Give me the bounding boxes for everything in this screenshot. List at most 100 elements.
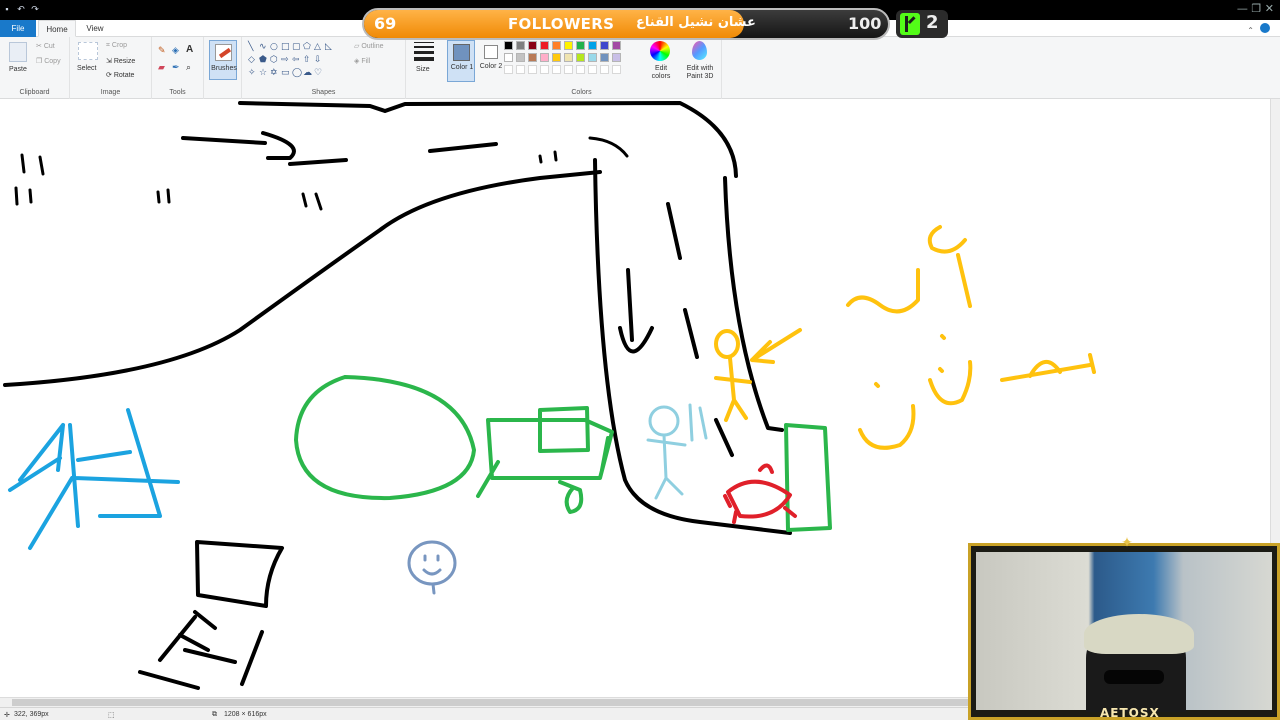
rounded-rect-shape-icon[interactable]: ▢ — [292, 42, 301, 52]
pencil-icon[interactable]: ✎ — [158, 45, 166, 56]
tab-home[interactable]: Home — [38, 20, 76, 37]
redo-icon[interactable]: ↷ — [30, 4, 40, 14]
curve-shape-icon[interactable]: ∿ — [259, 42, 267, 52]
color-swatch[interactable] — [576, 41, 585, 50]
color-swatch[interactable] — [552, 53, 561, 62]
color-swatch[interactable] — [504, 41, 513, 50]
star5-shape-icon[interactable]: ☆ — [259, 68, 267, 78]
cut-button[interactable]: ✂ Cut — [36, 42, 55, 50]
color-swatch[interactable] — [504, 53, 513, 62]
color-swatch[interactable] — [588, 53, 597, 62]
triangle-shape-icon[interactable]: △ — [314, 42, 321, 52]
rain-marks — [14, 150, 558, 211]
up-arrow-shape-icon[interactable]: ⇧ — [303, 55, 311, 65]
callout-rect-shape-icon[interactable]: ▭ — [281, 68, 290, 78]
select-icon[interactable] — [78, 42, 98, 60]
crop-button[interactable]: ⌗ Crop — [106, 42, 127, 50]
fill-icon[interactable]: ◈ — [172, 45, 179, 56]
custom-color-swatch[interactable] — [516, 65, 525, 74]
select-button[interactable]: Select — [77, 65, 96, 72]
road-curve-upper — [3, 170, 602, 387]
custom-color-swatch[interactable] — [504, 65, 513, 74]
undo-icon[interactable]: ↶ — [16, 4, 26, 14]
size-icon[interactable] — [414, 42, 434, 61]
brushes-button[interactable]: Brushes — [209, 40, 237, 80]
custom-color-swatch[interactable] — [600, 65, 609, 74]
color-swatch[interactable] — [528, 41, 537, 50]
resize-button[interactable]: ⇲ Resize — [106, 57, 135, 65]
custom-color-swatch[interactable] — [540, 65, 549, 74]
color-swatch[interactable] — [600, 53, 609, 62]
color-swatch[interactable] — [612, 53, 621, 62]
tab-view[interactable]: View — [80, 20, 110, 37]
eraser-icon[interactable]: ▰ — [158, 62, 165, 73]
dash-a — [288, 158, 348, 166]
fill-button[interactable]: ◈ Fill — [354, 57, 370, 65]
cursor-position: 322, 369px — [14, 711, 49, 718]
color-swatch[interactable] — [576, 53, 585, 62]
tab-file[interactable]: File — [0, 20, 36, 37]
pentagon-shape-icon[interactable]: ⬟ — [259, 55, 267, 65]
down-arrow-shape-icon[interactable]: ⇩ — [314, 55, 322, 65]
star4-shape-icon[interactable]: ✧ — [248, 68, 256, 78]
horizontal-scroll-thumb[interactable] — [12, 699, 1112, 706]
color-swatch[interactable] — [516, 41, 525, 50]
color-swatch[interactable] — [564, 41, 573, 50]
right-triangle-shape-icon[interactable]: ◺ — [325, 42, 332, 52]
custom-color-swatch[interactable] — [612, 65, 621, 74]
window-controls[interactable]: — ❐ ✕ — [1237, 2, 1274, 15]
color-swatch[interactable] — [612, 41, 621, 50]
ribbon-collapse-icon[interactable]: ⌃ — [1247, 26, 1254, 35]
edit-paint3d-button[interactable]: Edit with Paint 3D — [682, 65, 718, 81]
oval-shape-icon[interactable]: ○ — [270, 42, 278, 52]
color-swatch[interactable] — [540, 53, 549, 62]
color2-button[interactable]: Color 2 — [477, 40, 505, 82]
right-arrow-shape-icon[interactable]: ⇨ — [281, 55, 289, 65]
cursor-icon: ✛ — [4, 712, 10, 719]
size-button[interactable]: Size — [416, 66, 430, 73]
color-picker-icon[interactable]: ✒ — [172, 62, 180, 73]
custom-color-swatch[interactable] — [528, 65, 537, 74]
custom-color-swatch[interactable] — [552, 65, 561, 74]
hexagon-shape-icon[interactable]: ⬡ — [270, 55, 278, 65]
heart-shape-icon[interactable]: ♡ — [314, 68, 322, 78]
custom-color-swatch[interactable] — [576, 65, 585, 74]
line-shape-icon[interactable]: ╲ — [248, 42, 253, 52]
paint3d-icon[interactable] — [692, 41, 707, 60]
rotate-label: Rotate — [113, 72, 135, 79]
paste-icon[interactable] — [9, 42, 27, 62]
save-icon[interactable]: ▪ — [2, 4, 12, 14]
star6-shape-icon[interactable]: ✡ — [270, 68, 278, 78]
color1-button[interactable]: Color 1 — [447, 40, 475, 82]
paste-button[interactable]: Paste — [9, 66, 27, 73]
rotate-button[interactable]: ⟳ Rotate — [106, 71, 134, 79]
color-swatch[interactable] — [588, 41, 597, 50]
color-swatch[interactable] — [540, 41, 549, 50]
polygon-shape-icon[interactable]: ⬠ — [303, 42, 311, 52]
outline-button[interactable]: ▱ Outline — [354, 42, 384, 50]
magnifier-icon[interactable]: ⌕ — [186, 62, 191, 73]
road-dash-3 — [714, 418, 734, 457]
custom-color-swatch[interactable] — [564, 65, 573, 74]
color-swatch[interactable] — [516, 53, 525, 62]
dash-b — [428, 142, 498, 153]
left-arrow-shape-icon[interactable]: ⇦ — [292, 55, 300, 65]
color-swatch[interactable] — [528, 53, 537, 62]
color-swatch[interactable] — [600, 41, 609, 50]
text-icon[interactable]: A — [186, 44, 193, 55]
custom-color-swatch[interactable] — [588, 65, 597, 74]
followers-count: 69 — [374, 14, 397, 33]
copy-button[interactable]: ❐ Copy — [36, 57, 61, 65]
rectangle-shape-icon[interactable]: □ — [281, 42, 290, 52]
callout-cloud-shape-icon[interactable]: ☁ — [303, 68, 312, 78]
help-icon[interactable] — [1260, 23, 1270, 33]
shapes-gallery[interactable]: ╲ ∿ ○ □ ▢ ⬠ △ ◺ ◇ ⬟ ⬡ ⇨ ⇦ ⇧ ⇩ ✧ ☆ ✡ ▭ ◯ — [248, 42, 346, 80]
diamond-shape-icon[interactable]: ◇ — [248, 55, 255, 65]
edit-colors-button[interactable]: Edit colors — [648, 65, 674, 81]
edit-colors-icon[interactable] — [650, 41, 670, 61]
color-swatch[interactable] — [552, 41, 561, 50]
yellow-handwriting — [846, 225, 1096, 450]
callout-oval-shape-icon[interactable]: ◯ — [292, 68, 302, 78]
canvas-size: 1208 × 616px — [224, 711, 267, 718]
color-swatch[interactable] — [564, 53, 573, 62]
